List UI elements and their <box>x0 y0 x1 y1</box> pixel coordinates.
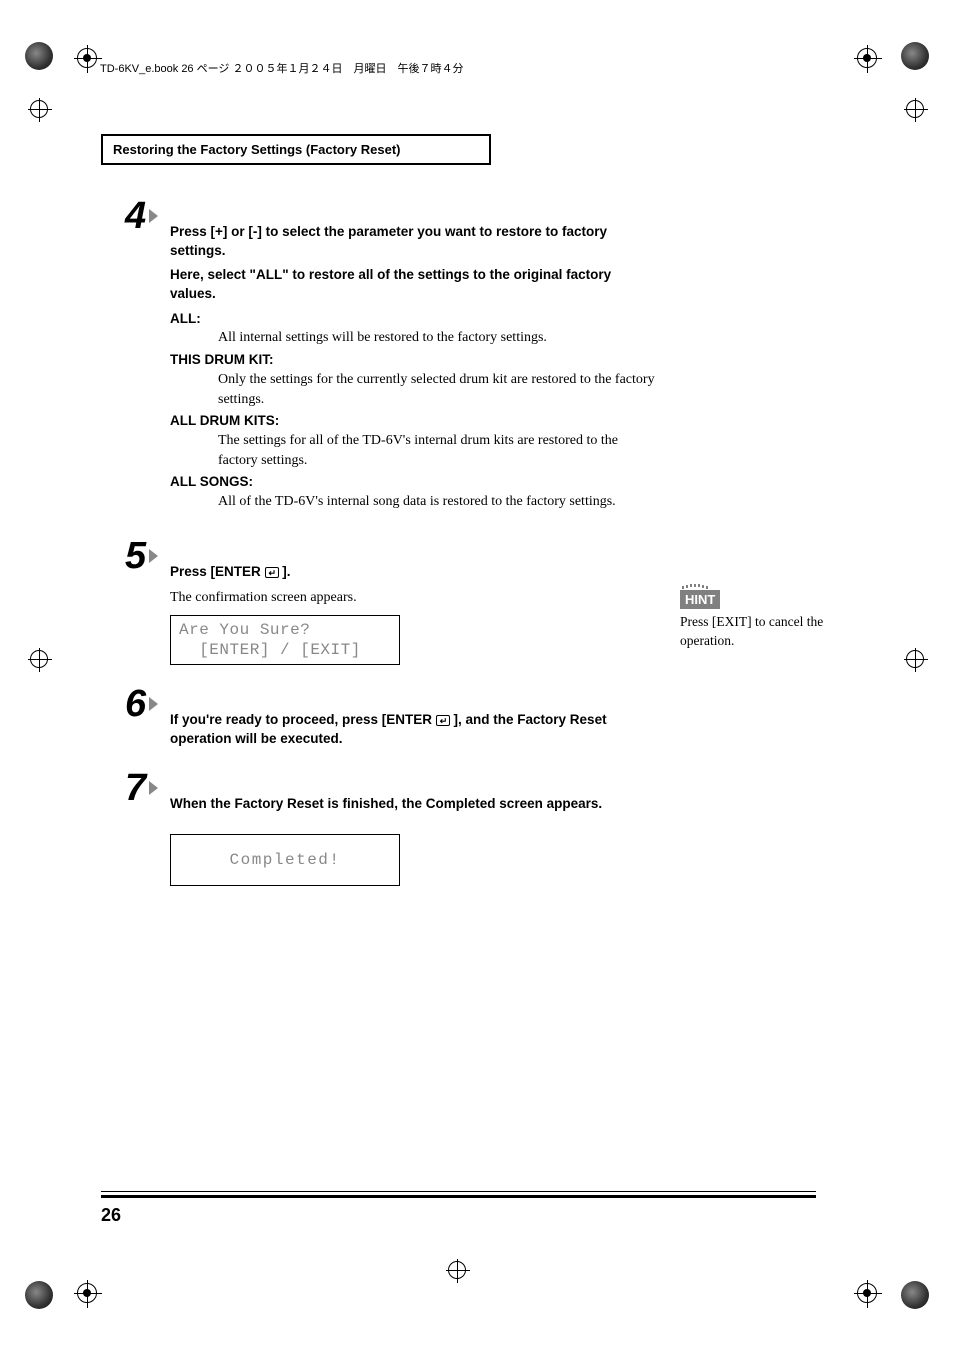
step6-instruction: If you're ready to proceed, press [ENTER… <box>170 711 660 749</box>
step-number-4: 4 <box>125 195 146 238</box>
step7-instruction: When the Factory Reset is finished, the … <box>170 795 660 814</box>
option-allkits-desc1: The settings for all of the TD-6V's inte… <box>218 431 660 451</box>
option-songs-label: ALL SONGS: <box>170 473 660 492</box>
step-number-5: 5 <box>125 535 146 578</box>
lcd-line2: [ENTER] / [EXIT] <box>179 640 391 660</box>
page-number: 26 <box>101 1205 121 1226</box>
lcd-line1: Are You Sure? <box>179 620 391 640</box>
step4-instruction-1: Press [+] or [-] to select the parameter… <box>170 223 660 261</box>
option-this-desc: Only the settings for the currently sele… <box>218 370 660 409</box>
enter-icon <box>265 567 279 578</box>
crop-mark-tl <box>25 42 53 70</box>
crop-mark-tr <box>901 42 929 70</box>
step-6: 6 If you're ready to proceed, press [ENT… <box>130 683 660 749</box>
step5-instruction: Press [ENTER ]. <box>170 563 660 582</box>
hint-sidebar: HINT Press [EXIT] to cancel the operatio… <box>680 590 840 651</box>
step-7: 7 When the Factory Reset is finished, th… <box>130 767 660 886</box>
hint-text: Press [EXIT] to cancel the operation. <box>680 613 840 651</box>
step5-followup: The confirmation screen appears. <box>170 588 660 608</box>
file-header-line: TD-6KV_e.book 26 ページ ２００５年１月２４日 月曜日 午後７時… <box>100 60 463 76</box>
crop-target-tr <box>857 48 877 68</box>
option-all-desc: All internal settings will be restored t… <box>218 328 660 348</box>
crop-target-br <box>857 1283 877 1303</box>
option-this-label: THIS DRUM KIT: <box>170 351 660 370</box>
hint-badge: HINT <box>680 590 720 609</box>
step-4: 4 Press [+] or [-] to select the paramet… <box>130 195 660 512</box>
step-5: 5 Press [ENTER ]. The confirmation scree… <box>130 535 660 665</box>
crop-side-l <box>30 650 48 668</box>
step-number-7: 7 <box>125 767 146 810</box>
step4-instruction-2: Here, select "ALL" to restore all of the… <box>170 266 660 304</box>
enter-icon <box>436 715 450 726</box>
crop-small-tr <box>906 100 924 118</box>
crop-small-tl <box>30 100 48 118</box>
option-all-label: ALL: <box>170 310 660 329</box>
option-allkits-desc2: factory settings. <box>218 451 660 471</box>
option-allkits-label: ALL DRUM KITS: <box>170 412 660 431</box>
lcd-confirm-screen: Are You Sure? [ENTER] / [EXIT] <box>170 615 400 665</box>
option-songs-desc: All of the TD-6V's internal song data is… <box>218 492 660 512</box>
crop-mark-bl <box>25 1281 53 1309</box>
section-header: Restoring the Factory Settings (Factory … <box>101 134 491 165</box>
crop-bottom-center <box>448 1261 466 1279</box>
footer-rule <box>101 1191 816 1198</box>
lcd-completed-screen: Completed! <box>170 834 400 886</box>
step-number-6: 6 <box>125 683 146 726</box>
crop-target-tl <box>77 48 97 68</box>
crop-mark-br <box>901 1281 929 1309</box>
crop-side-r <box>906 650 924 668</box>
crop-target-bl <box>77 1283 97 1303</box>
